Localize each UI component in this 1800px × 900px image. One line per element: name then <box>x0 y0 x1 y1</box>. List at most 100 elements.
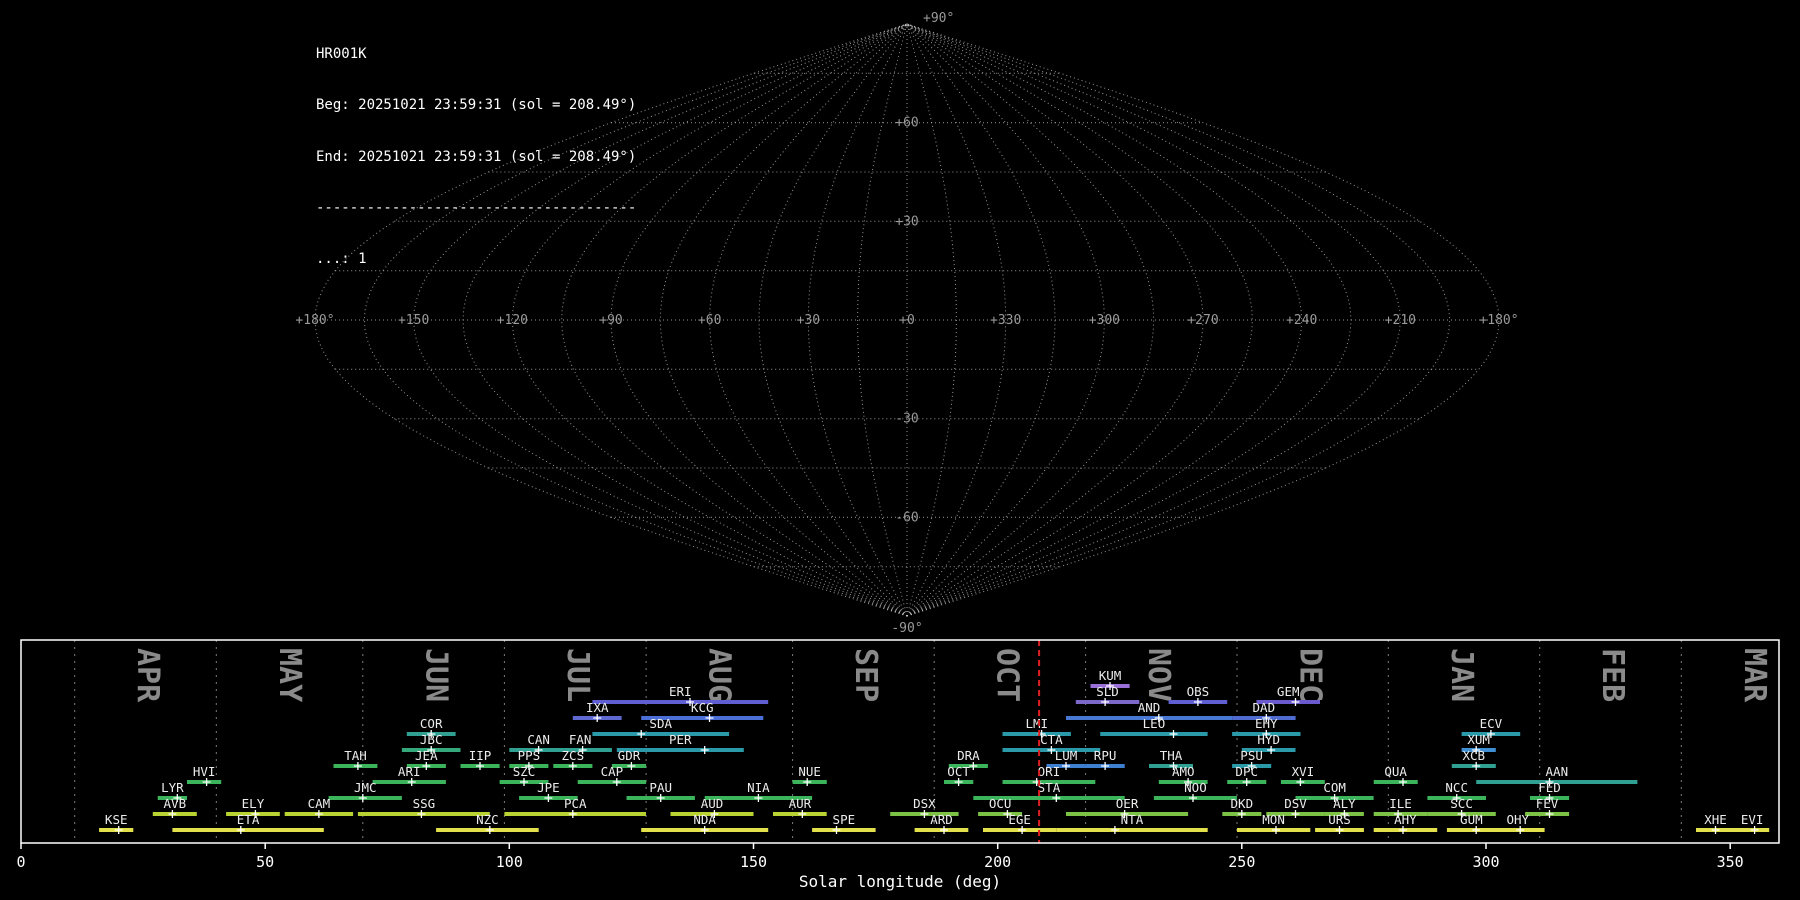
south-pole-label: -90° <box>891 621 922 636</box>
shower-peak-marker <box>407 778 416 786</box>
shower-code-label: MON <box>1262 812 1285 827</box>
shower-code-label: NOO <box>1184 780 1207 795</box>
shower-peak-marker <box>1101 698 1110 706</box>
shower-bar <box>172 828 324 832</box>
x-tick-label: 350 <box>1717 853 1744 871</box>
shower-peak-marker <box>485 826 494 834</box>
shower-code-label: CAM <box>308 796 331 811</box>
grid-meridian <box>758 23 908 617</box>
shower-bar <box>1056 828 1208 832</box>
shower-code-label: SLD <box>1096 684 1119 699</box>
shower-code-label: NZC <box>476 812 499 827</box>
shower-code-label: AHY <box>1394 812 1417 827</box>
shower-code-label: XVI <box>1292 764 1315 779</box>
shower-code-label: SDA <box>649 716 672 731</box>
shower-peak-marker <box>627 762 636 770</box>
shower-code-label: DSV <box>1284 796 1307 811</box>
shower-peak-marker <box>1472 826 1481 834</box>
shower-peak-marker <box>754 794 763 802</box>
shower-peak-marker <box>568 762 577 770</box>
shower-code-label: COR <box>420 716 443 731</box>
month-label: AUG <box>702 648 737 702</box>
shower-peak-marker <box>1018 826 1027 834</box>
north-pole-label: +90° <box>923 11 954 26</box>
shower-code-label: JPE <box>537 780 560 795</box>
shower-code-label: FED <box>1538 780 1561 795</box>
shower-peak-marker <box>920 810 929 818</box>
longitude-label: +30 <box>797 313 820 328</box>
month-label: OCT <box>990 648 1025 702</box>
latitude-label: +60 <box>895 116 918 131</box>
shower-code-label: SZC <box>513 764 536 779</box>
shower-code-label: LEO <box>1143 716 1166 731</box>
shower-code-label: ARD <box>930 812 953 827</box>
shower-code-label: SSG <box>413 796 436 811</box>
shower-code-label: NIA <box>747 780 770 795</box>
shower-code-label: FAN <box>569 732 592 747</box>
x-tick-label: 150 <box>740 853 767 871</box>
shower-peak-marker <box>1189 794 1197 802</box>
shower-code-label: ORI <box>1038 764 1061 779</box>
shower-bar <box>1446 828 1496 832</box>
shower-code-label: XHE <box>1704 812 1727 827</box>
shower-peak-marker <box>803 778 812 786</box>
month-label: JAN <box>1444 648 1479 702</box>
grid-meridian <box>906 23 1401 617</box>
shower-code-label: XCB <box>1463 748 1486 763</box>
shower-code-label: EHY <box>1255 716 1278 731</box>
shower-code-label: IXA <box>586 700 609 715</box>
shower-bar <box>812 828 876 832</box>
grid-meridian <box>906 23 1352 617</box>
longitude-label: +120 <box>497 313 528 328</box>
shower-code-label: NTA <box>1121 812 1144 827</box>
shower-code-label: PPS <box>518 748 541 763</box>
shower-code-label: NCC <box>1445 780 1468 795</box>
shower-code-label: OBS <box>1187 684 1210 699</box>
shower-peak-marker <box>969 762 978 770</box>
shower-code-label: ZCS <box>562 748 585 763</box>
shower-peak-marker <box>1169 730 1178 738</box>
shower-code-label: ERI <box>669 684 692 699</box>
shower-peak-marker <box>1750 826 1759 834</box>
x-tick-label: 0 <box>16 853 25 871</box>
grid-meridian <box>906 23 1056 617</box>
shower-peak-marker <box>114 826 123 834</box>
shower-peak-marker <box>593 714 602 722</box>
shower-peak-marker <box>1335 826 1344 834</box>
shower-code-label: DKD <box>1231 796 1254 811</box>
shower-code-label: OER <box>1116 796 1139 811</box>
shower-bar <box>592 732 730 736</box>
shower-code-label: DRA <box>957 748 980 763</box>
shower-bar <box>577 780 647 784</box>
shower-code-label: AUR <box>789 796 812 811</box>
shower-code-label: DSX <box>913 796 936 811</box>
activity-timeline: APR MAY JUN JUL AUG SEP OCT NOV DEC JAN FEB MARKUME… <box>16 639 1780 891</box>
month-label: MAR <box>1737 648 1772 703</box>
shower-code-label: OCT <box>947 764 970 779</box>
shower-code-label: LUM <box>1055 748 1078 763</box>
shower-code-label: KCG <box>691 700 714 715</box>
shower-peak-marker <box>1267 746 1276 754</box>
shower-code-label: CAP <box>601 764 624 779</box>
shower-code-label: LYR <box>161 780 184 795</box>
shower-peak-marker <box>358 794 367 802</box>
plot-canvas: +180° +150 +120 +90 +60 +30 +0 +330 +300 +270 +240… <box>16 11 1780 891</box>
longitude-label: +300 <box>1089 313 1120 328</box>
shower-peak-marker <box>1193 698 1202 706</box>
month-label: SEP <box>848 648 883 702</box>
shower-code-label: EVI <box>1741 812 1764 827</box>
shower-code-label: DPC <box>1235 764 1258 779</box>
shower-peak-marker <box>940 826 948 834</box>
shower-code-label: ILE <box>1389 796 1412 811</box>
longitude-label: +90 <box>599 313 622 328</box>
grid-meridian <box>906 23 1451 617</box>
month-label: NOV <box>1141 648 1176 702</box>
shower-code-label: KUM <box>1099 668 1122 683</box>
shower-code-label: STA <box>1038 780 1061 795</box>
longitude-label: +210 <box>1385 313 1416 328</box>
shower-code-label: FEV <box>1536 796 1559 811</box>
sky-map: +180° +150 +120 +90 +60 +30 +0 +330 +300 +270 +240… <box>295 11 1518 636</box>
shower-code-label: CTA <box>1040 732 1063 747</box>
shower-peak-marker <box>1516 826 1525 834</box>
shower-code-label: AUD <box>701 796 724 811</box>
